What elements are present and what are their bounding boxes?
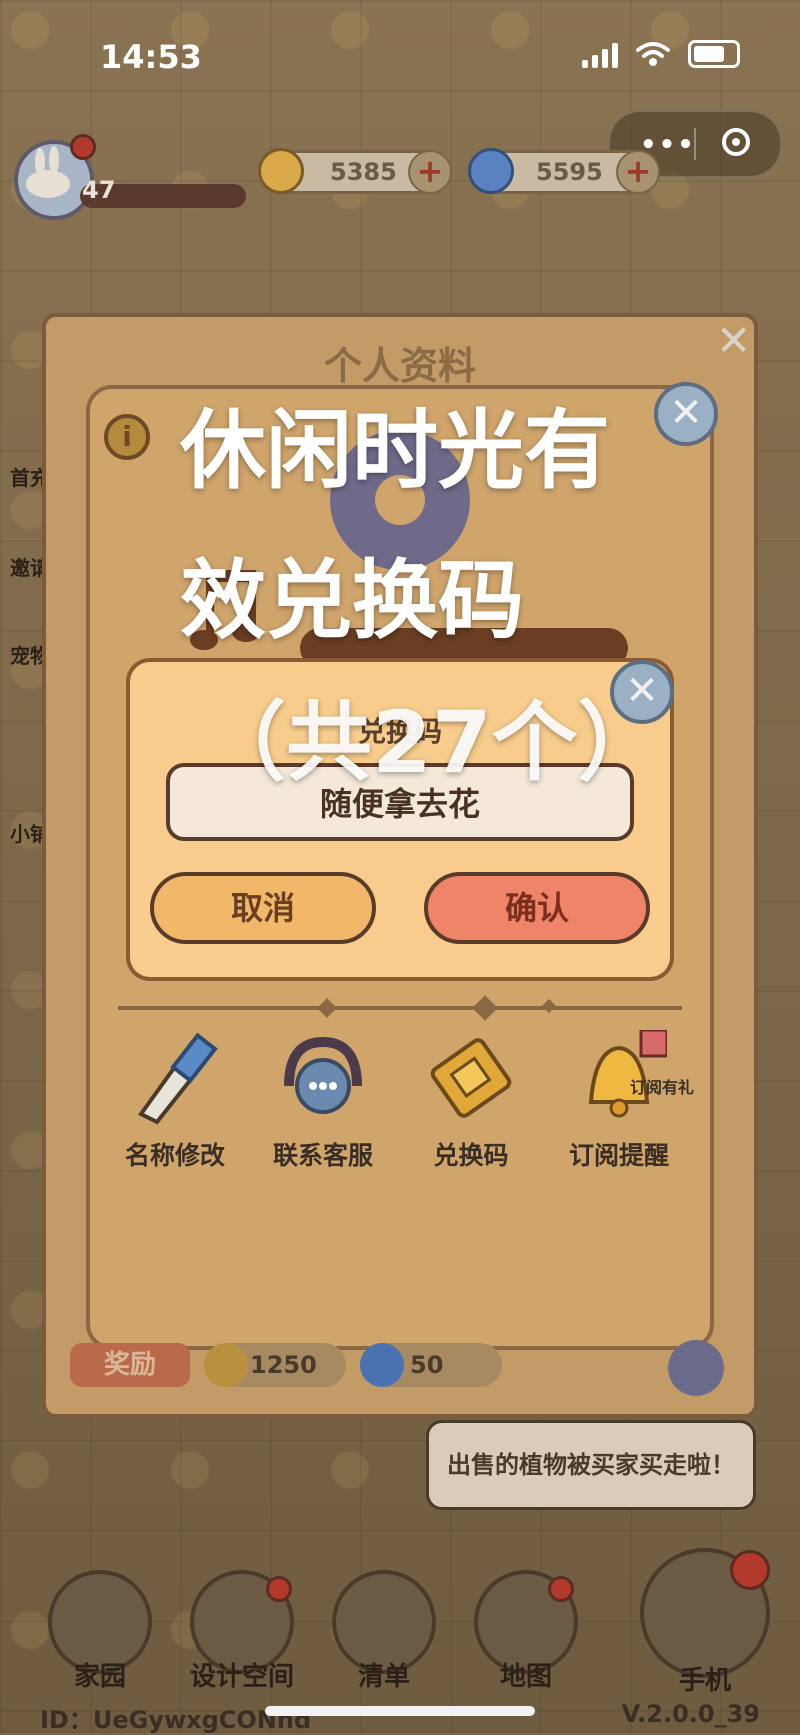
nav-checklist[interactable]: 清单 (324, 1570, 444, 1693)
home-indicator (265, 1706, 535, 1716)
status-time: 14:53 (100, 38, 202, 76)
caption-line-1: 休闲时光有 (180, 401, 610, 501)
add-coins-button[interactable]: + (408, 150, 452, 194)
inner-close-icon[interactable]: ✕ (654, 382, 718, 446)
panel-close-icon[interactable]: ✕ (716, 316, 751, 365)
battery-icon (688, 40, 740, 68)
section-divider (118, 1006, 682, 1010)
nav-home[interactable]: 家园 (40, 1570, 160, 1693)
coin-value: 5385 (330, 158, 397, 186)
redeem-code-button[interactable]: 兑换码 (396, 1030, 546, 1172)
design-notification-dot (266, 1576, 292, 1602)
phone-notification-dot (730, 1550, 770, 1590)
coin-icon (258, 148, 304, 194)
level-number: 47 (82, 176, 116, 204)
subscribe-reminder-button[interactable]: 订阅提醒 (544, 1028, 694, 1172)
pencil-icon (138, 1032, 218, 1125)
status-icons (582, 40, 740, 68)
cancel-button[interactable]: 取消 (150, 872, 376, 944)
subscribe-gift-badge: 订阅有礼 (630, 1078, 695, 1097)
info-icon[interactable]: i (104, 414, 150, 460)
reward-coin-icon (204, 1343, 248, 1387)
settings-small-gear-icon[interactable] (668, 1340, 724, 1396)
add-gems-button[interactable]: + (616, 150, 660, 194)
headset-icon (284, 1036, 362, 1114)
reward-gem-icon (360, 1343, 404, 1387)
notice-bubble: 出售的植物被买家买走啦！ (426, 1420, 756, 1510)
signal-icon (582, 40, 618, 68)
map-notification-dot (548, 1576, 574, 1602)
caption-line-2: 效兑换码 (180, 551, 524, 651)
caption-line-3: （共27个） (200, 693, 664, 793)
ticket-icon (430, 1038, 512, 1118)
wifi-icon (636, 42, 670, 66)
confirm-button[interactable]: 确认 (424, 872, 650, 944)
notification-dot (70, 134, 96, 160)
version-label: V.2.0.0_39 (621, 1700, 760, 1728)
gem-icon (468, 148, 514, 194)
rename-button[interactable]: 名称修改 (100, 1030, 250, 1172)
contact-support-button[interactable]: 联系客服 (248, 1030, 398, 1172)
reward-label: 奖励 (70, 1343, 190, 1387)
close-target-icon[interactable] (722, 128, 750, 156)
gem-value: 5595 (536, 158, 603, 186)
